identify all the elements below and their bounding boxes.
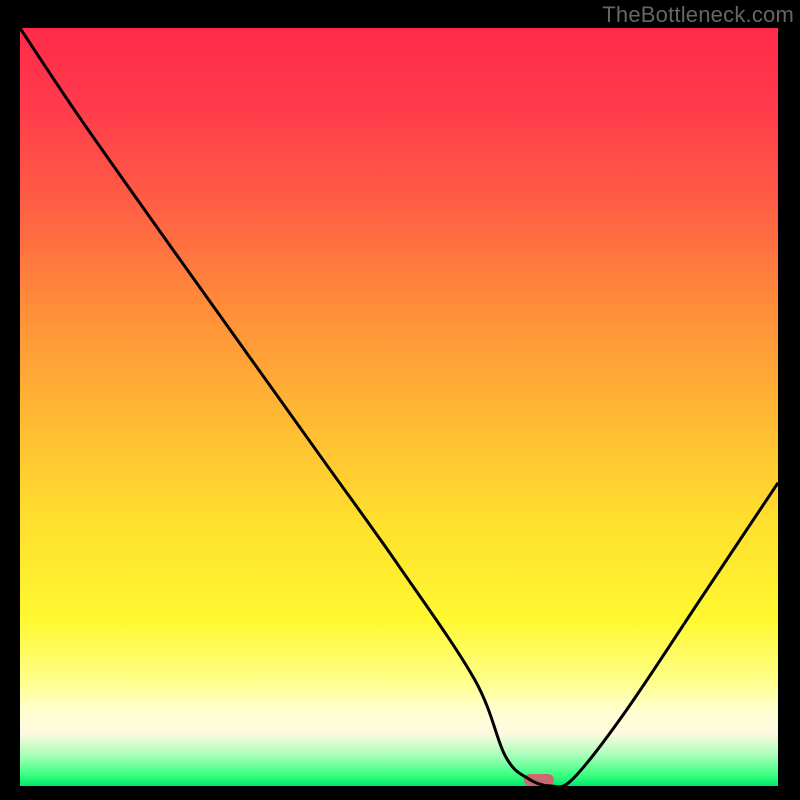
curve-plot [20, 28, 778, 786]
chart-container: TheBottleneck.com [0, 0, 800, 800]
plot-frame [20, 28, 778, 786]
watermark-label: TheBottleneck.com [602, 2, 794, 28]
curve-path [20, 28, 778, 786]
